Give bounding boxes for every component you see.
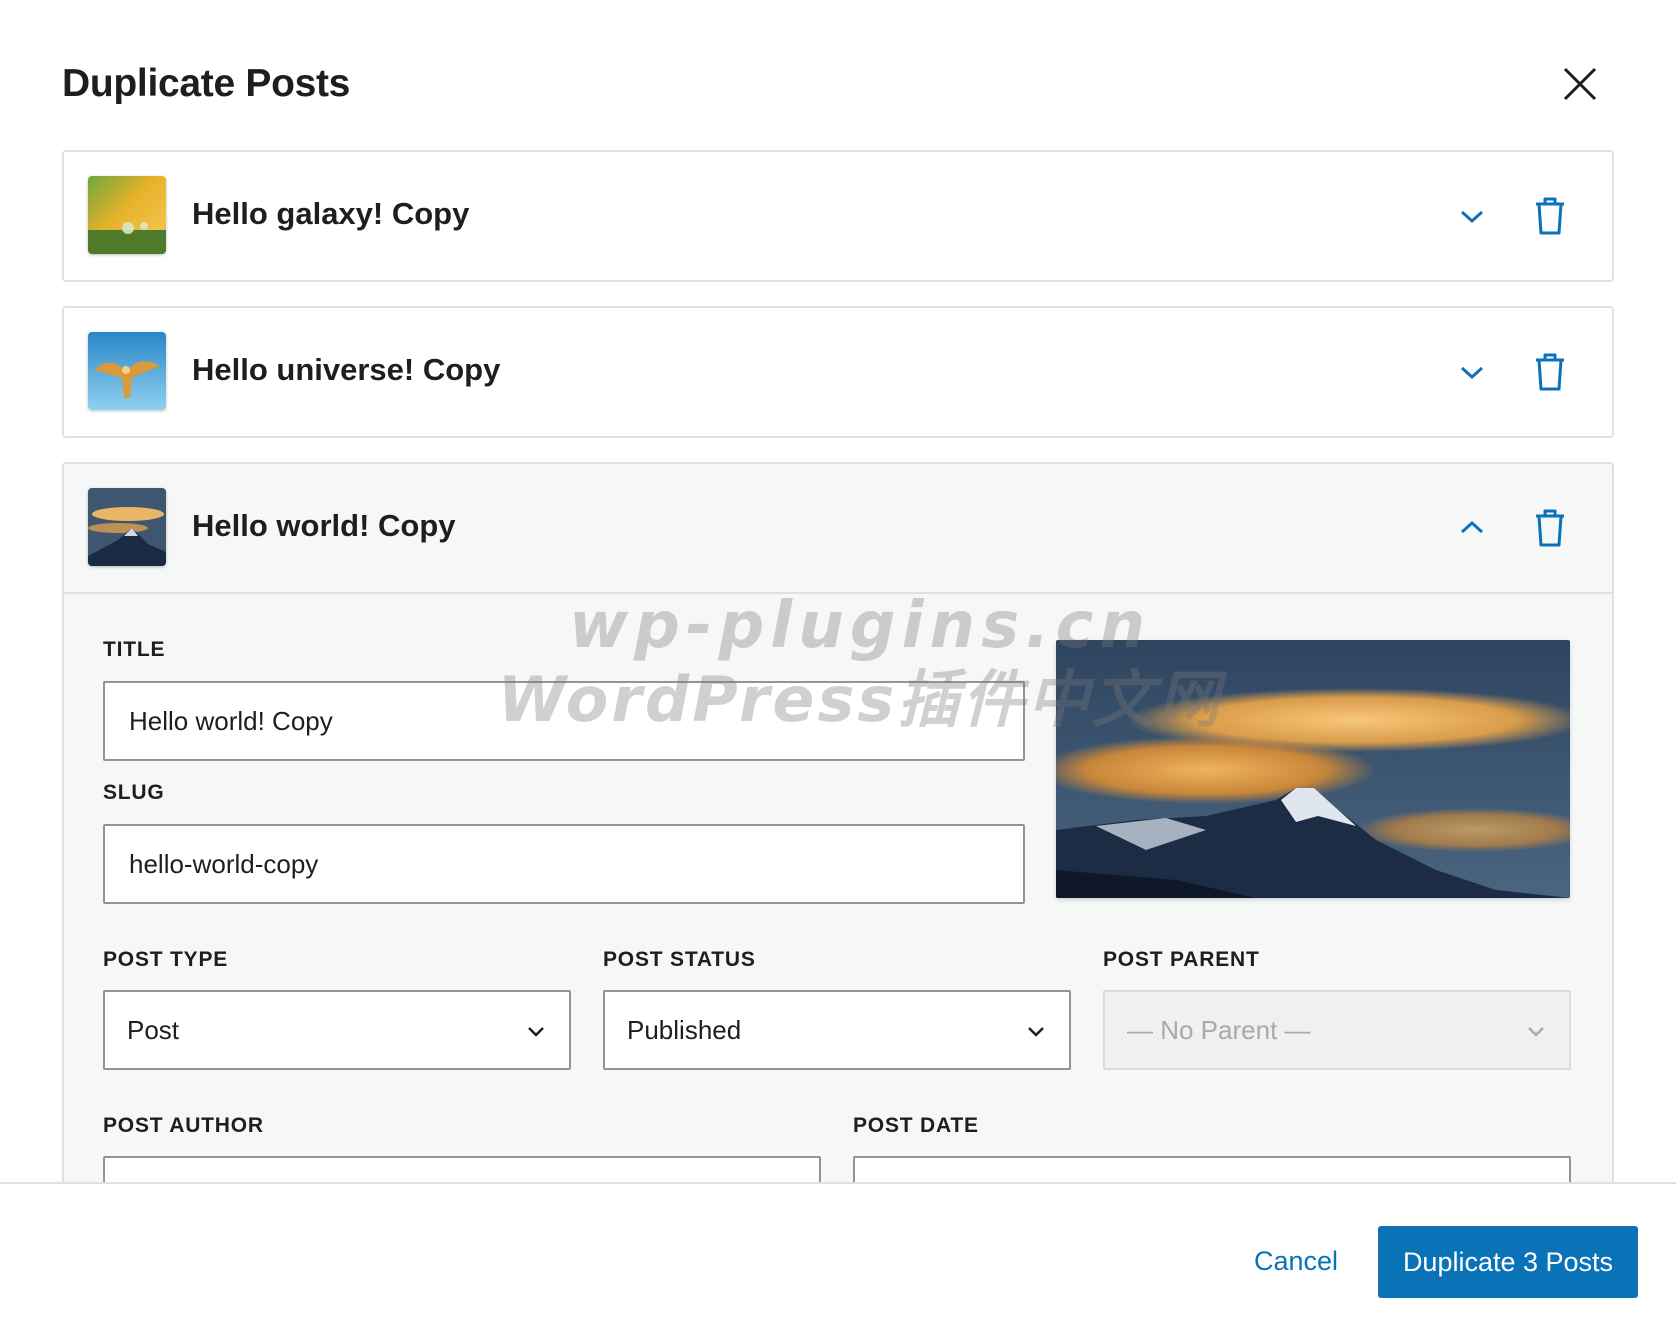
duplicate-posts-modal: Duplicate Posts Hello galaxy! Copy Hello… bbox=[0, 0, 1676, 1332]
post-date-label: POST DATE bbox=[853, 1114, 979, 1137]
delete-button[interactable] bbox=[1530, 350, 1570, 394]
trash-icon bbox=[1536, 353, 1564, 391]
post-card-header[interactable]: Hello galaxy! Copy bbox=[64, 152, 1612, 280]
cancel-button[interactable]: Cancel bbox=[1236, 1240, 1356, 1283]
chevron-down-icon bbox=[1528, 1027, 1544, 1037]
chevron-down-icon bbox=[1460, 366, 1484, 380]
featured-image-preview[interactable] bbox=[1056, 640, 1570, 898]
title-input[interactable]: Hello world! Copy bbox=[103, 681, 1025, 761]
duplicate-posts-button[interactable]: Duplicate 3 Posts bbox=[1378, 1226, 1638, 1298]
delete-button[interactable] bbox=[1530, 194, 1570, 238]
chevron-down-icon bbox=[528, 1027, 544, 1037]
post-type-value: Post bbox=[127, 1014, 180, 1045]
modal-title: Duplicate Posts bbox=[62, 62, 351, 105]
title-label: TITLE bbox=[103, 638, 166, 661]
post-parent-select: — No Parent — bbox=[1103, 990, 1571, 1070]
modal-footer: Cancel Duplicate 3 Posts bbox=[0, 1182, 1676, 1332]
collapse-button[interactable] bbox=[1452, 508, 1492, 548]
post-card-header[interactable]: Hello world! Copy bbox=[64, 464, 1612, 594]
post-thumbnail bbox=[88, 332, 166, 410]
post-card: Hello galaxy! Copy bbox=[62, 150, 1614, 282]
modal-content[interactable]: Duplicate Posts Hello galaxy! Copy Hello… bbox=[0, 0, 1676, 1182]
post-thumbnail bbox=[88, 488, 166, 566]
post-title: Hello galaxy! Copy bbox=[192, 196, 470, 231]
post-status-label: POST STATUS bbox=[603, 948, 756, 971]
post-card: Hello universe! Copy bbox=[62, 306, 1614, 438]
delete-button[interactable] bbox=[1530, 506, 1570, 550]
post-title: Hello universe! Copy bbox=[192, 352, 501, 387]
post-thumbnail bbox=[88, 176, 166, 254]
trash-icon bbox=[1536, 509, 1564, 547]
post-title: Hello world! Copy bbox=[192, 508, 456, 543]
post-type-select[interactable]: Post bbox=[103, 990, 571, 1070]
slug-label: SLUG bbox=[103, 781, 165, 804]
close-button[interactable] bbox=[1562, 66, 1598, 102]
close-icon bbox=[1563, 67, 1597, 101]
post-parent-value: — No Parent — bbox=[1127, 1014, 1311, 1045]
chevron-down-icon bbox=[1460, 210, 1484, 224]
post-date-input[interactable] bbox=[853, 1156, 1571, 1182]
chevron-down-icon bbox=[1028, 1027, 1044, 1037]
trash-icon bbox=[1536, 197, 1564, 235]
post-type-label: POST TYPE bbox=[103, 948, 229, 971]
expand-button[interactable] bbox=[1452, 196, 1492, 236]
post-parent-label: POST PARENT bbox=[1103, 948, 1260, 971]
chevron-up-icon bbox=[1460, 520, 1484, 534]
post-author-input[interactable] bbox=[103, 1156, 821, 1182]
slug-input[interactable]: hello-world-copy bbox=[103, 824, 1025, 904]
post-author-label: POST AUTHOR bbox=[103, 1114, 264, 1137]
post-card-header[interactable]: Hello universe! Copy bbox=[64, 308, 1612, 436]
post-status-select[interactable]: Published bbox=[603, 990, 1071, 1070]
post-status-value: Published bbox=[627, 1014, 742, 1045]
expand-button[interactable] bbox=[1452, 352, 1492, 392]
